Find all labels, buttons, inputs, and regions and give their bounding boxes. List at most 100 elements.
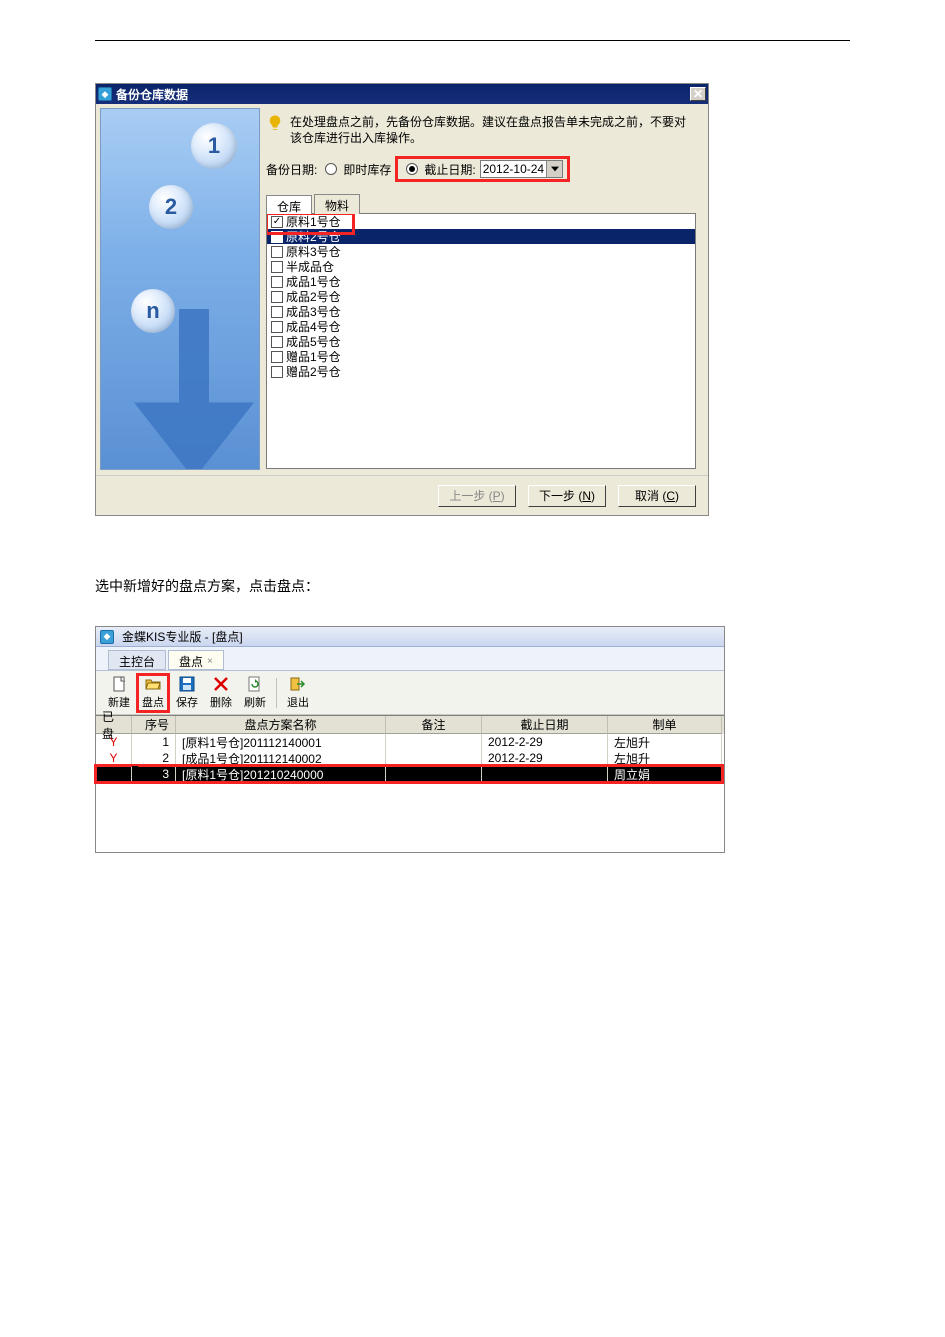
inventory-label: 盘点 [142,694,164,710]
checkbox[interactable] [271,291,283,303]
warehouse-item-label: 原料1号仓 [286,213,341,230]
next-key: N [582,489,591,503]
exit-button[interactable]: 退出 [281,673,315,713]
step-1-icon: 1 [191,123,237,169]
toolbar-separator [276,678,277,708]
plan-grid: 已盘 序号 盘点方案名称 备注 截止日期 制单 Y1[原料1号仓]2011121… [96,715,724,782]
col-remark[interactable]: 备注 [386,716,482,734]
cell-xh: 3 [132,766,176,782]
tab-console[interactable]: 主控台 [108,650,166,670]
warehouse-item-label: 赠品2号仓 [286,363,341,380]
toolbar: 新建 盘点 保存 删除 [96,671,724,715]
cell-yp [96,766,132,782]
next-button[interactable]: 下一步 (N) [528,485,606,507]
instruction-text: 选中新增好的盘点方案，点击盘点： [95,576,850,596]
cancel-key: C [666,489,675,503]
checkbox[interactable] [271,246,283,258]
date-dropdown-button[interactable] [546,161,562,177]
warehouse-item[interactable]: 成品1号仓 [267,274,695,289]
save-button[interactable]: 保存 [170,673,204,713]
app-icon: ◆ [100,630,114,644]
cutoff-highlight: 截止日期: 2012-10-24 [395,156,570,182]
tabstrip: 仓库 物料 [266,194,696,214]
cancel-post: ) [675,489,679,503]
cell-name: [原料1号仓]201112140001 [176,734,386,750]
col-done[interactable]: 已盘 [96,716,132,734]
radio-cutoff[interactable] [406,163,418,175]
warehouse-item[interactable]: 成品3号仓 [267,304,695,319]
warehouse-item[interactable]: 赠品1号仓 [267,349,695,364]
prev-button[interactable]: 上一步 (P) [438,485,516,507]
cell-xh: 1 [132,734,176,750]
cancel-button[interactable]: 取消 (C) [618,485,696,507]
col-maker[interactable]: 制单 [608,716,722,734]
tab-close-icon[interactable]: × [207,656,213,667]
cutoff-date-value: 2012-10-24 [481,161,546,177]
lightbulb-icon [266,114,284,132]
checkbox[interactable] [271,276,283,288]
tab-material[interactable]: 物料 [314,194,360,214]
refresh-label: 刷新 [244,694,266,710]
save-label: 保存 [176,694,198,710]
col-seq[interactable]: 序号 [132,716,176,734]
dialog-button-row: 上一步 (P) 下一步 (N) 取消 (C) [96,475,708,515]
cell-jz: 2012-2-29 [482,734,608,750]
checkbox[interactable] [271,231,283,243]
delete-button[interactable]: 删除 [204,673,238,713]
warehouse-listbox[interactable]: ✓原料1号仓原料2号仓原料3号仓半成品仓成品1号仓成品2号仓成品3号仓成品4号仓… [266,213,696,469]
warehouse-item[interactable]: 赠品2号仓 [267,364,695,379]
cell-name: [原料1号仓]201210240000 [176,766,386,782]
cutoff-date-input[interactable]: 2012-10-24 [480,160,563,178]
exit-icon [289,676,307,692]
cell-jz: 2012-2-29 [482,750,608,766]
warehouse-item[interactable]: ✓原料1号仓 [267,214,695,229]
delete-label: 删除 [210,694,232,710]
refresh-icon [246,676,264,692]
tab-warehouse[interactable]: 仓库 [266,195,312,215]
inventory-button[interactable]: 盘点 [136,673,170,713]
dialog-titlebar: ◆ 备份仓库数据 ✕ [96,84,708,104]
table-row[interactable]: Y1[原料1号仓]2011121400012012-2-29左旭升 [96,734,724,750]
cell-xh: 2 [132,750,176,766]
refresh-button[interactable]: 刷新 [238,673,272,713]
warehouse-item[interactable]: 原料2号仓 [267,229,695,244]
col-name[interactable]: 盘点方案名称 [176,716,386,734]
arrow-icon [119,309,260,470]
cell-bz [386,734,482,750]
tab-console-label: 主控台 [119,653,155,670]
warehouse-item[interactable]: 原料3号仓 [267,244,695,259]
open-icon [144,676,162,692]
checkbox[interactable]: ✓ [271,216,283,228]
checkbox[interactable] [271,336,283,348]
app-icon: ◆ [98,87,112,101]
checkbox[interactable] [271,321,283,333]
warehouse-item[interactable]: 半成品仓 [267,259,695,274]
col-cutoff[interactable]: 截止日期 [482,716,608,734]
warehouse-item[interactable]: 成品4号仓 [267,319,695,334]
cell-bz [386,750,482,766]
checkbox[interactable] [271,366,283,378]
wizard-sidebar: 1 2 n [100,108,260,470]
tab-inventory-label: 盘点 [179,653,203,670]
checkbox[interactable] [271,351,283,363]
radio-now[interactable] [325,163,337,175]
table-row[interactable]: Y2[成品1号仓]2011121400022012-2-29左旭升 [96,750,724,766]
cell-bz [386,766,482,782]
checkbox[interactable] [271,306,283,318]
tab-inventory[interactable]: 盘点 × [168,650,224,670]
close-button[interactable]: ✕ [690,87,706,101]
new-button[interactable]: 新建 [102,673,136,713]
warehouse-item[interactable]: 成品2号仓 [267,289,695,304]
delete-icon [212,676,230,692]
app-titlebar: ◆ 金蝶KIS专业版 - [盘点] [96,627,724,647]
prev-pre: 上一步 ( [449,487,492,504]
cell-yp: Y [96,750,132,766]
warehouse-item[interactable]: 成品5号仓 [267,334,695,349]
cell-yp: Y [96,734,132,750]
checkbox[interactable] [271,261,283,273]
document-rule [95,40,850,41]
radio-now-label: 即时库存 [343,161,391,178]
backup-date-row: 备份日期: 即时库存 截止日期: 2012-10-24 [266,156,696,182]
save-icon [178,676,196,692]
table-row[interactable]: 3[原料1号仓]201210240000周立娟 [96,766,724,782]
